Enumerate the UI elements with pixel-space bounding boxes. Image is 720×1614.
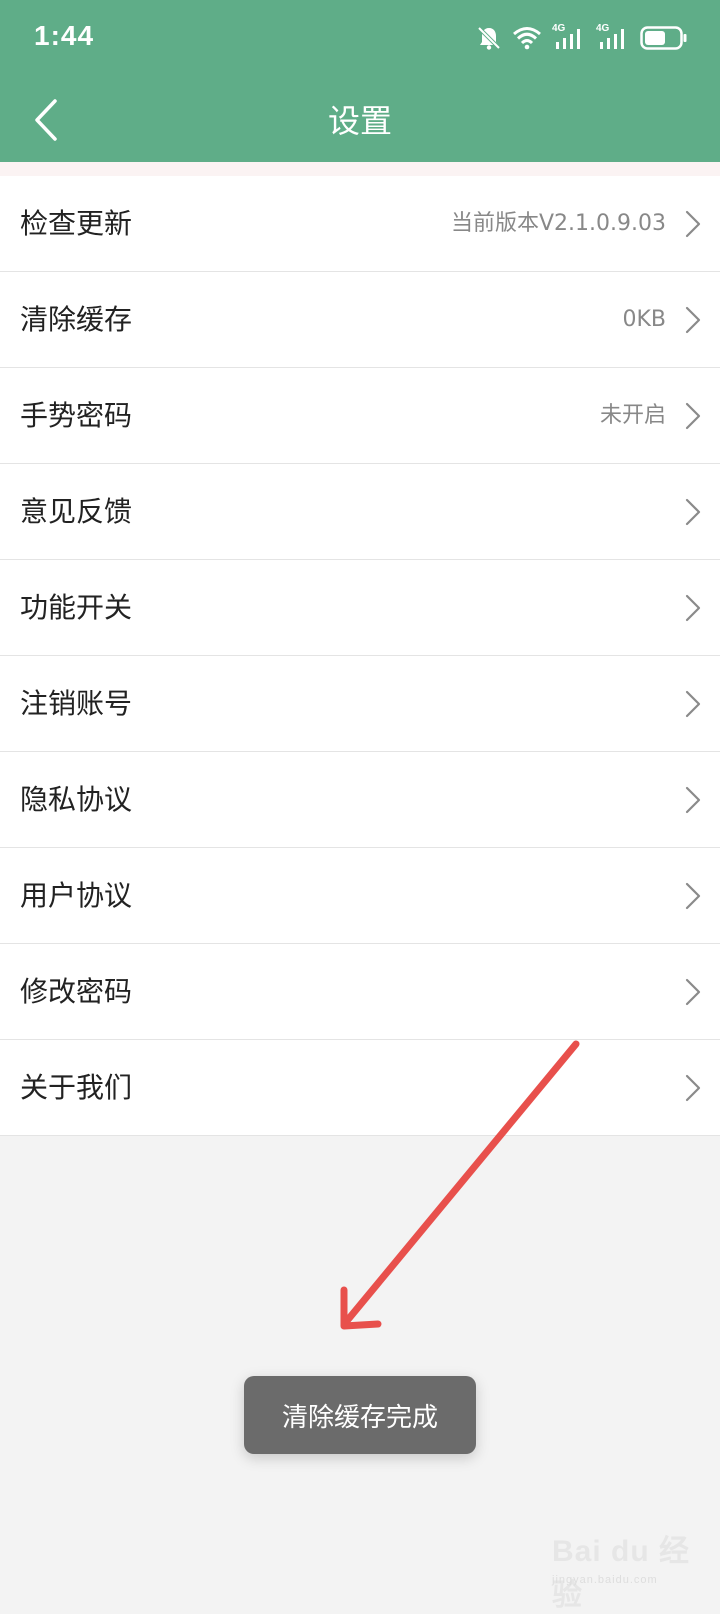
settings-item-gesture-password[interactable]: 手势密码 未开启	[0, 368, 720, 464]
status-bar: 1:44 4G 4G	[0, 0, 720, 78]
chevron-right-icon	[685, 690, 701, 718]
battery-icon	[640, 26, 687, 50]
settings-item-label: 关于我们	[20, 1071, 133, 1104]
signal-4g-icon: 4G	[552, 23, 586, 51]
settings-item-feature-switch[interactable]: 功能开关	[0, 560, 720, 656]
settings-item-label: 检查更新	[20, 207, 133, 240]
settings-item-change-password[interactable]: 修改密码	[0, 944, 720, 1040]
app-header: 1:44 4G 4G 设置	[0, 0, 720, 162]
settings-item-user-agreement[interactable]: 用户协议	[0, 848, 720, 944]
settings-item-label: 意见反馈	[20, 495, 133, 528]
settings-item-label: 注销账号	[20, 687, 133, 720]
nav-bar: 设置	[0, 78, 720, 162]
chevron-right-icon	[685, 1074, 701, 1102]
watermark-subtext: jingyan.baidu.com	[552, 1574, 658, 1586]
chevron-right-icon	[685, 882, 701, 910]
settings-item-feedback[interactable]: 意见反馈	[0, 464, 720, 560]
chevron-right-icon	[685, 306, 701, 334]
settings-item-check-update[interactable]: 检查更新 当前版本V2.1.0.9.03	[0, 176, 720, 272]
chevron-right-icon	[685, 978, 701, 1006]
chevron-right-icon	[685, 594, 701, 622]
header-divider	[0, 162, 720, 176]
settings-item-value: 0KB	[622, 307, 666, 332]
status-time: 1:44	[34, 20, 95, 51]
settings-item-value: 当前版本V2.1.0.9.03	[450, 211, 666, 236]
settings-item-clear-cache[interactable]: 清除缓存 0KB	[0, 272, 720, 368]
wifi-icon	[513, 27, 541, 50]
settings-list: 检查更新 当前版本V2.1.0.9.03 清除缓存 0KB 手势密码 未开启 意…	[0, 176, 720, 1136]
toast-message: 清除缓存完成	[244, 1376, 476, 1454]
settings-item-label: 用户协议	[20, 879, 133, 912]
status-icons: 4G 4G	[476, 23, 688, 52]
settings-item-label: 修改密码	[20, 975, 133, 1008]
chevron-right-icon	[685, 786, 701, 814]
settings-item-delete-account[interactable]: 注销账号	[0, 656, 720, 752]
signal-4g-icon: 4G	[596, 23, 630, 51]
chevron-right-icon	[685, 210, 701, 238]
settings-item-label: 手势密码	[20, 399, 133, 432]
settings-item-value: 未开启	[599, 403, 666, 428]
settings-item-about-us[interactable]: 关于我们	[0, 1040, 720, 1136]
settings-item-label: 功能开关	[20, 591, 133, 624]
chevron-right-icon	[685, 402, 701, 430]
settings-item-label: 清除缓存	[20, 303, 133, 336]
settings-item-privacy-policy[interactable]: 隐私协议	[0, 752, 720, 848]
chevron-right-icon	[685, 498, 701, 526]
watermark-text: Bai du 经验	[552, 1535, 691, 1612]
settings-item-label: 隐私协议	[20, 783, 133, 816]
page-title: 设置	[327, 102, 392, 140]
watermark-logo: Bai du 经验 jingyan.baidu.com	[552, 1518, 692, 1612]
bell-off-icon	[477, 26, 501, 50]
